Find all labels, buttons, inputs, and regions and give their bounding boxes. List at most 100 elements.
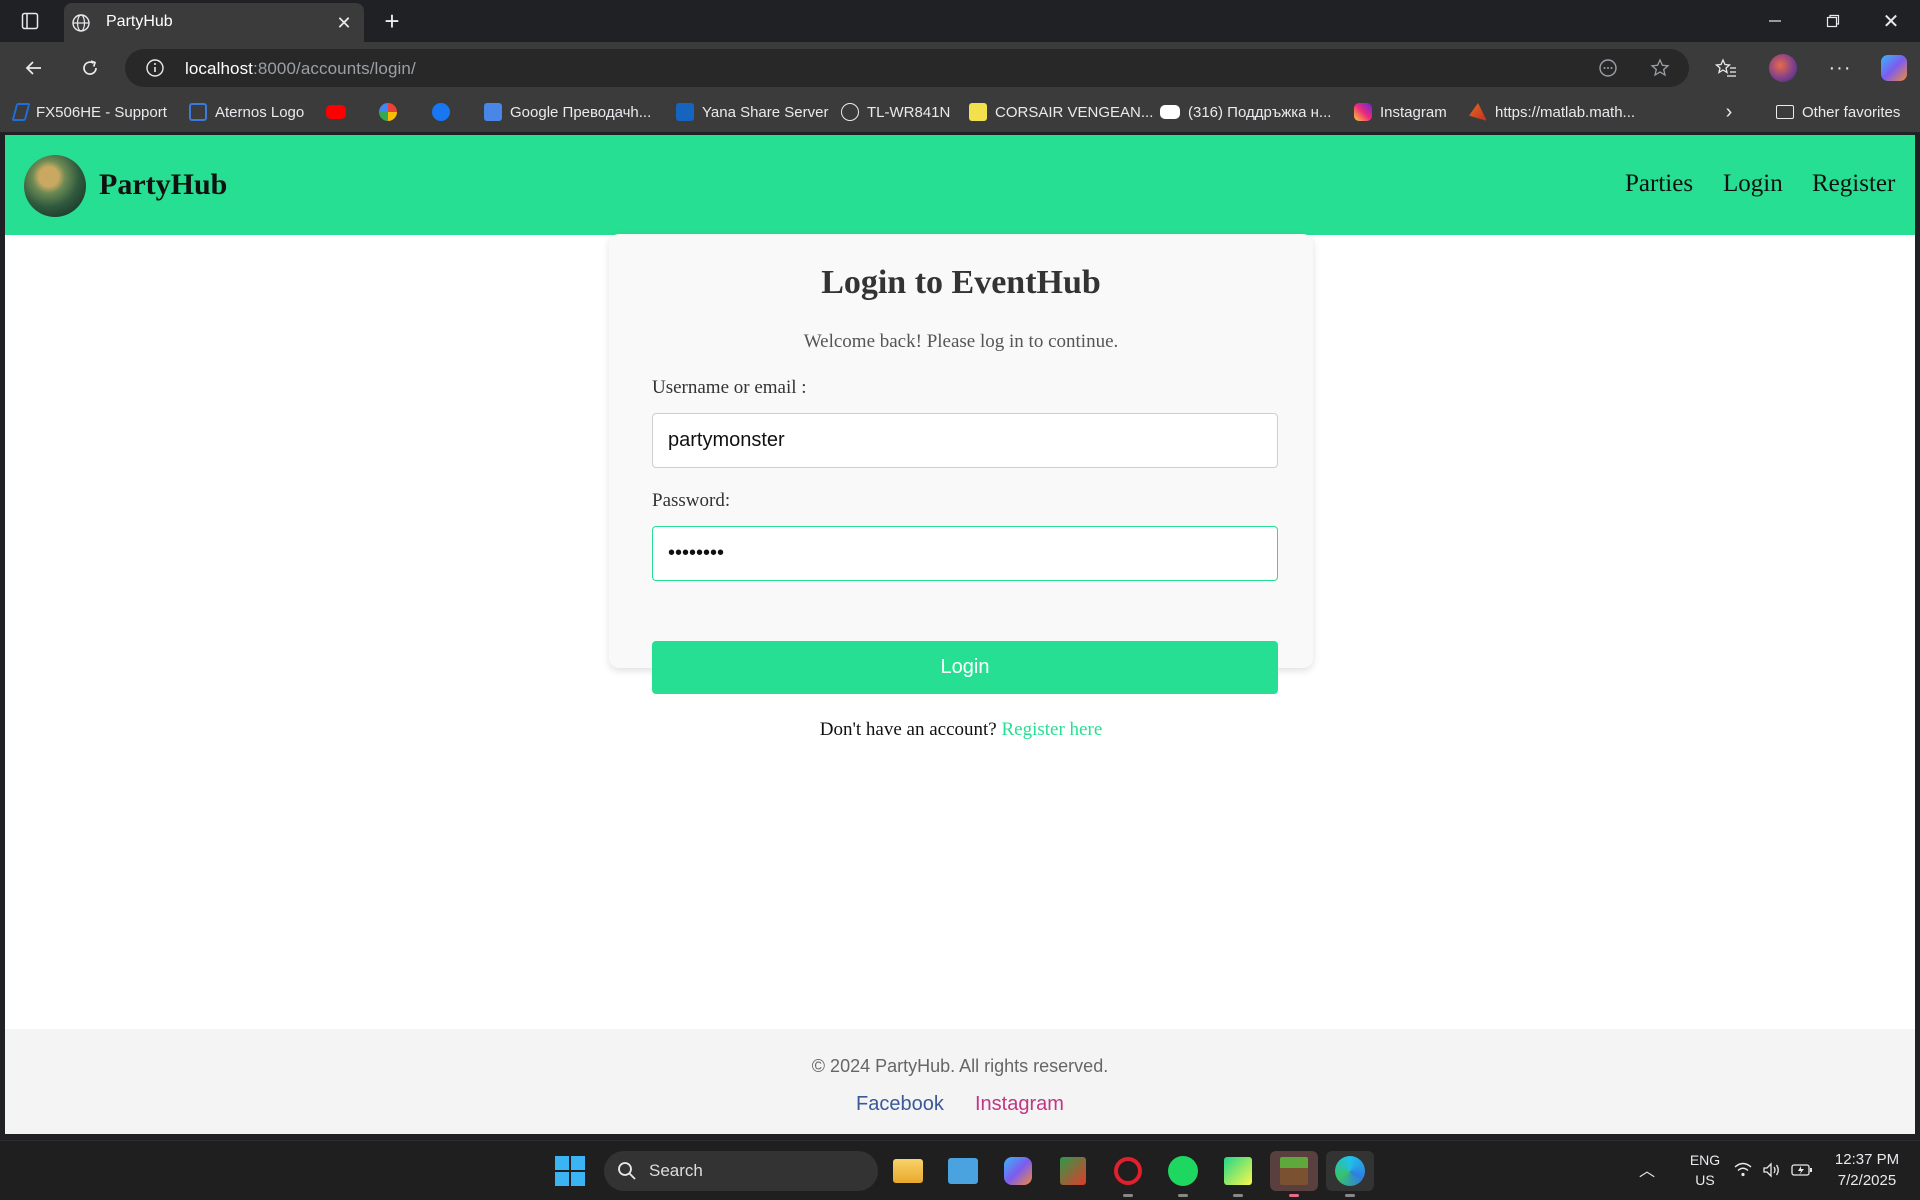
new-tab-icon[interactable]: +: [378, 6, 406, 36]
volume-icon[interactable]: [1760, 1159, 1782, 1181]
nav-login[interactable]: Login: [1723, 170, 1783, 198]
other-favorites[interactable]: Other favorites: [1776, 100, 1900, 124]
footer-facebook-link[interactable]: Facebook: [856, 1093, 944, 1116]
login-subtitle: Welcome back! Please log in to continue.: [803, 331, 1119, 352]
windows-start-icon[interactable]: [555, 1156, 585, 1186]
clock-time: 12:37 PM: [1834, 1151, 1900, 1168]
language-indicator[interactable]: ENG US: [1680, 1151, 1730, 1191]
search-label: Search: [649, 1161, 703, 1180]
bookmark-tl-wr841n[interactable]: TL-WR841N: [841, 100, 950, 124]
youtube-icon: [1160, 105, 1180, 119]
keyboard-layout: US: [1695, 1172, 1715, 1188]
folder-icon: [1776, 105, 1794, 119]
reading-mode-icon[interactable]: [1597, 57, 1619, 79]
bookmark-instagram[interactable]: Instagram: [1354, 100, 1447, 124]
address-bar[interactable]: localhost:8000/accounts/login/: [125, 49, 1689, 87]
edge-icon[interactable]: [1326, 1151, 1374, 1197]
pycharm-icon[interactable]: [1218, 1151, 1258, 1197]
bookmark-aternos[interactable]: Aternos Logo: [189, 100, 304, 124]
bookmark-youtube-support[interactable]: (316) Поддръжка н...: [1160, 100, 1331, 124]
bookmark-facebook[interactable]: [432, 100, 450, 124]
copilot-app-icon[interactable]: [998, 1151, 1038, 1191]
copilot-icon[interactable]: [1881, 55, 1907, 81]
youtube-icon: [326, 105, 346, 119]
register-link[interactable]: Register here: [1001, 719, 1102, 740]
more-menu-icon[interactable]: ···: [1826, 54, 1854, 82]
facebook-icon: [432, 103, 450, 121]
sidebar-toggle-icon[interactable]: [18, 9, 42, 33]
browser-toolbar: localhost:8000/accounts/login/ ···: [0, 42, 1920, 92]
username-label: Username or email :: [652, 377, 807, 398]
instagram-icon: [1354, 103, 1372, 121]
browser-tab-strip: PartyHub ✕ + ✕: [0, 0, 1920, 42]
minecraft-icon[interactable]: [1270, 1151, 1318, 1197]
aternos-icon: [189, 103, 207, 121]
site-brand[interactable]: PartyHub: [99, 168, 227, 202]
restore-icon[interactable]: [1818, 8, 1848, 34]
password-field[interactable]: [652, 526, 1278, 581]
bookmark-yana-share[interactable]: Yana Share Server: [676, 100, 828, 124]
other-favorites-label: Other favorites: [1802, 103, 1901, 121]
chevron-right-icon[interactable]: ›: [1718, 101, 1740, 123]
bookmark-fx506he[interactable]: FX506HE - Support: [11, 100, 167, 124]
control-panel-icon[interactable]: [943, 1151, 983, 1191]
register-prompt: Don't have an account? Register here: [609, 719, 1313, 741]
bookmark-label: (316) Поддръжка н...: [1188, 103, 1332, 121]
site-navbar: PartyHub Parties Login Register: [5, 135, 1915, 235]
info-icon[interactable]: [145, 58, 165, 78]
opera-icon[interactable]: [1108, 1151, 1148, 1197]
bookmark-google[interactable]: [379, 100, 397, 124]
google-icon: [379, 103, 397, 121]
office-app-icon[interactable]: [1053, 1151, 1093, 1191]
asus-icon: [11, 103, 31, 121]
language-code: ENG: [1689, 1152, 1721, 1168]
search-icon: [616, 1160, 638, 1182]
matlab-icon: [1469, 103, 1487, 121]
login-button[interactable]: Login: [652, 641, 1278, 694]
url-text[interactable]: localhost:8000/accounts/login/: [185, 59, 416, 79]
profile-avatar[interactable]: [1769, 54, 1797, 82]
clock[interactable]: 12:37 PM 7/2/2025: [1822, 1149, 1912, 1193]
login-card: Login to EventHub Welcome back! Please l…: [609, 234, 1313, 740]
bookmark-label: FX506HE - Support: [36, 103, 167, 121]
site-logo[interactable]: [24, 155, 86, 217]
bookmark-corsair[interactable]: CORSAIR VENGEAN...: [969, 100, 1153, 124]
close-window-icon[interactable]: ✕: [1876, 8, 1906, 34]
spotify-icon[interactable]: [1163, 1151, 1203, 1197]
close-tab-icon[interactable]: ✕: [332, 11, 356, 35]
bookmark-label: TL-WR841N: [867, 103, 951, 121]
bookmark-youtube[interactable]: [326, 100, 346, 124]
battery-icon[interactable]: [1790, 1159, 1814, 1181]
bookmark-label: CORSAIR VENGEAN...: [995, 103, 1154, 121]
site-footer: © 2024 PartyHub. All rights reserved. Fa…: [5, 1029, 1915, 1134]
bookmark-label: Google Преводачh...: [510, 103, 652, 121]
active-tab[interactable]: PartyHub ✕: [64, 3, 364, 42]
back-icon[interactable]: [20, 54, 48, 82]
bookmark-google-translate[interactable]: Google Преводачh...: [484, 100, 651, 124]
tab-title: PartyHub: [106, 13, 173, 30]
username-field[interactable]: [652, 413, 1278, 468]
nav-parties[interactable]: Parties: [1625, 170, 1693, 198]
nav-register[interactable]: Register: [1812, 170, 1895, 198]
minimize-icon[interactable]: [1760, 8, 1790, 34]
taskbar-search[interactable]: Search: [604, 1151, 878, 1191]
file-explorer-icon[interactable]: [888, 1151, 928, 1191]
windows-taskbar: Search ︿ ENG US 12:37 PM 7/2/2025: [0, 1140, 1920, 1200]
chevron-up-icon[interactable]: ︿: [1636, 1158, 1658, 1180]
bookmark-label: https://matlab.math...: [1495, 103, 1636, 121]
dsm-icon: [676, 103, 694, 121]
wifi-icon[interactable]: [1732, 1159, 1754, 1181]
bookmark-label: Yana Share Server: [702, 103, 829, 121]
bookmarks-bar: FX506HE - Support Aternos Logo Google Пр…: [0, 92, 1920, 132]
bookmark-label: Instagram: [1380, 103, 1447, 121]
reload-icon[interactable]: [76, 54, 104, 82]
bookmark-matlab[interactable]: https://matlab.math...: [1469, 100, 1635, 124]
register-prompt-text: Don't have an account?: [819, 719, 997, 740]
url-path: :8000/accounts/login/: [253, 59, 416, 78]
favorites-icon[interactable]: [1712, 54, 1740, 82]
url-host: localhost: [185, 59, 253, 78]
clock-date: 7/2/2025: [1837, 1172, 1897, 1189]
globe-icon: [841, 103, 859, 121]
favorite-star-icon[interactable]: [1649, 57, 1671, 79]
footer-instagram-link[interactable]: Instagram: [975, 1093, 1064, 1116]
